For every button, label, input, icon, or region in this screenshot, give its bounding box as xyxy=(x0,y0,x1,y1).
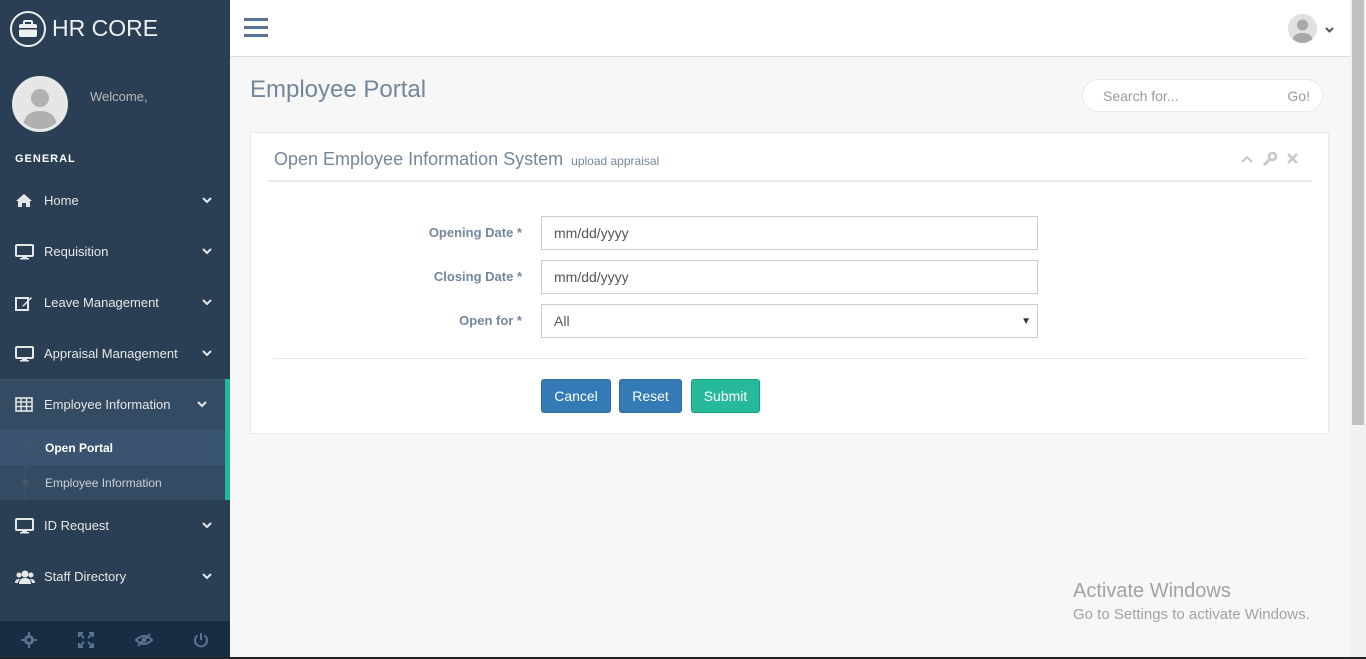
avatar xyxy=(12,76,68,132)
power-icon[interactable] xyxy=(173,621,231,659)
table-icon xyxy=(15,396,37,414)
profile: Welcome, xyxy=(0,57,230,147)
submenu-item-label: Employee Information xyxy=(45,475,162,490)
brand-title: HR CORE xyxy=(52,15,159,41)
sidebar-item-employee-information[interactable]: Employee Information xyxy=(0,379,230,430)
submenu-item-employee-information[interactable]: Employee Information xyxy=(0,465,225,500)
closing-date-input[interactable]: mm/dd/yyyy xyxy=(541,260,1038,294)
form-row-opening-date: Opening Date * mm/dd/yyyy xyxy=(251,216,1330,250)
sidebar-item-leave-management[interactable]: Leave Management xyxy=(0,277,230,328)
bullet-icon xyxy=(22,444,29,451)
cancel-button[interactable]: Cancel xyxy=(541,379,611,413)
caret-down-icon: ▼ xyxy=(1021,316,1031,327)
form-row-open-for: Open for * All ▼ xyxy=(251,304,1330,338)
user-menu[interactable] xyxy=(1288,14,1334,43)
chevron-up-icon[interactable] xyxy=(1239,151,1254,166)
reset-button[interactable]: Reset xyxy=(619,379,682,413)
panel-subtitle: upload appraisal xyxy=(571,154,660,168)
search-go-button[interactable]: Go! xyxy=(1287,88,1322,104)
open-for-selected: All xyxy=(554,313,570,329)
topbar xyxy=(230,0,1350,57)
sidebar-item-label: Employee Information xyxy=(44,397,171,412)
scrollbar[interactable] xyxy=(1350,0,1366,659)
sidebar-item-label: Appraisal Management xyxy=(44,346,178,361)
watermark-subtitle: Go to Settings to activate Windows. xyxy=(1073,606,1310,623)
panel-header: Open Employee Information System upload a… xyxy=(268,133,1312,182)
panel-title: Open Employee Information System upload a… xyxy=(274,149,659,170)
wrench-icon[interactable] xyxy=(1262,151,1277,166)
desktop-icon xyxy=(15,345,37,363)
chevron-down-icon xyxy=(202,196,212,206)
chevron-down-icon xyxy=(202,349,212,359)
submit-button[interactable]: Submit xyxy=(691,379,760,413)
menu-toggle-icon[interactable] xyxy=(244,16,268,40)
sidebar-item-home[interactable]: Home xyxy=(0,175,230,226)
chevron-down-icon xyxy=(1325,20,1334,38)
divider xyxy=(273,358,1307,359)
chevron-down-icon xyxy=(202,572,212,582)
closing-date-label: Closing Date * xyxy=(433,269,522,284)
chevron-down-icon xyxy=(202,298,212,308)
sidebar-item-staff-directory[interactable]: Staff Directory xyxy=(0,551,230,602)
opening-date-input[interactable]: mm/dd/yyyy xyxy=(541,216,1038,250)
sidebar-item-label: Leave Management xyxy=(44,295,159,310)
panel-tools xyxy=(1239,151,1300,166)
form-row-closing-date: Closing Date * mm/dd/yyyy xyxy=(251,260,1330,294)
chevron-down-icon xyxy=(202,247,212,257)
close-icon[interactable] xyxy=(1285,151,1300,166)
home-icon xyxy=(15,192,37,210)
fullscreen-icon[interactable] xyxy=(58,621,116,659)
submenu-item-label: Open Portal xyxy=(45,440,114,455)
open-for-select[interactable]: All ▼ xyxy=(541,304,1038,338)
submenu-employee-information: Open Portal Employee Information xyxy=(0,430,230,500)
welcome-text: Welcome, xyxy=(90,89,148,104)
chevron-down-icon xyxy=(197,400,207,410)
sidebar-item-label: Home xyxy=(44,193,79,208)
desktop-icon xyxy=(15,517,37,535)
settings-icon[interactable] xyxy=(0,621,58,659)
submenu-item-open-portal[interactable]: Open Portal xyxy=(0,430,225,465)
open-for-label: Open for * xyxy=(459,313,522,328)
bullet-icon xyxy=(22,479,29,486)
opening-date-label: Opening Date * xyxy=(428,225,522,240)
windows-activation-watermark: Activate Windows Go to Settings to activ… xyxy=(1073,580,1310,623)
scrollbar-thumb[interactable] xyxy=(1352,0,1364,425)
sidebar-footer xyxy=(0,621,230,659)
watermark-title: Activate Windows xyxy=(1073,580,1231,602)
page-title: Employee Portal xyxy=(250,76,427,103)
sidebar-item-id-request[interactable]: ID Request xyxy=(0,500,230,551)
eye-slash-icon[interactable] xyxy=(115,621,173,659)
search-box: Go! xyxy=(1082,79,1323,112)
section-title: GENERAL xyxy=(15,153,76,165)
briefcase-icon xyxy=(10,10,46,47)
chevron-down-icon xyxy=(202,521,212,531)
sidebar-item-label: ID Request xyxy=(44,518,110,533)
sidebar: HR CORE Welcome, GENERAL Home Requisitio… xyxy=(0,0,230,659)
panel-title-text: Open Employee Information System xyxy=(274,149,564,169)
sidebar-item-label: Requisition xyxy=(44,244,109,259)
avatar xyxy=(1288,14,1317,43)
users-icon xyxy=(15,568,37,586)
sidebar-item-appraisal-management[interactable]: Appraisal Management xyxy=(0,328,230,379)
form-panel: Open Employee Information System upload a… xyxy=(250,132,1329,434)
desktop-icon xyxy=(15,243,37,261)
sidebar-item-label: Staff Directory xyxy=(44,569,127,584)
edit-icon xyxy=(15,294,37,312)
brand[interactable]: HR CORE xyxy=(0,0,230,57)
sidebar-item-requisition[interactable]: Requisition xyxy=(0,226,230,277)
search-input[interactable] xyxy=(1083,80,1288,111)
